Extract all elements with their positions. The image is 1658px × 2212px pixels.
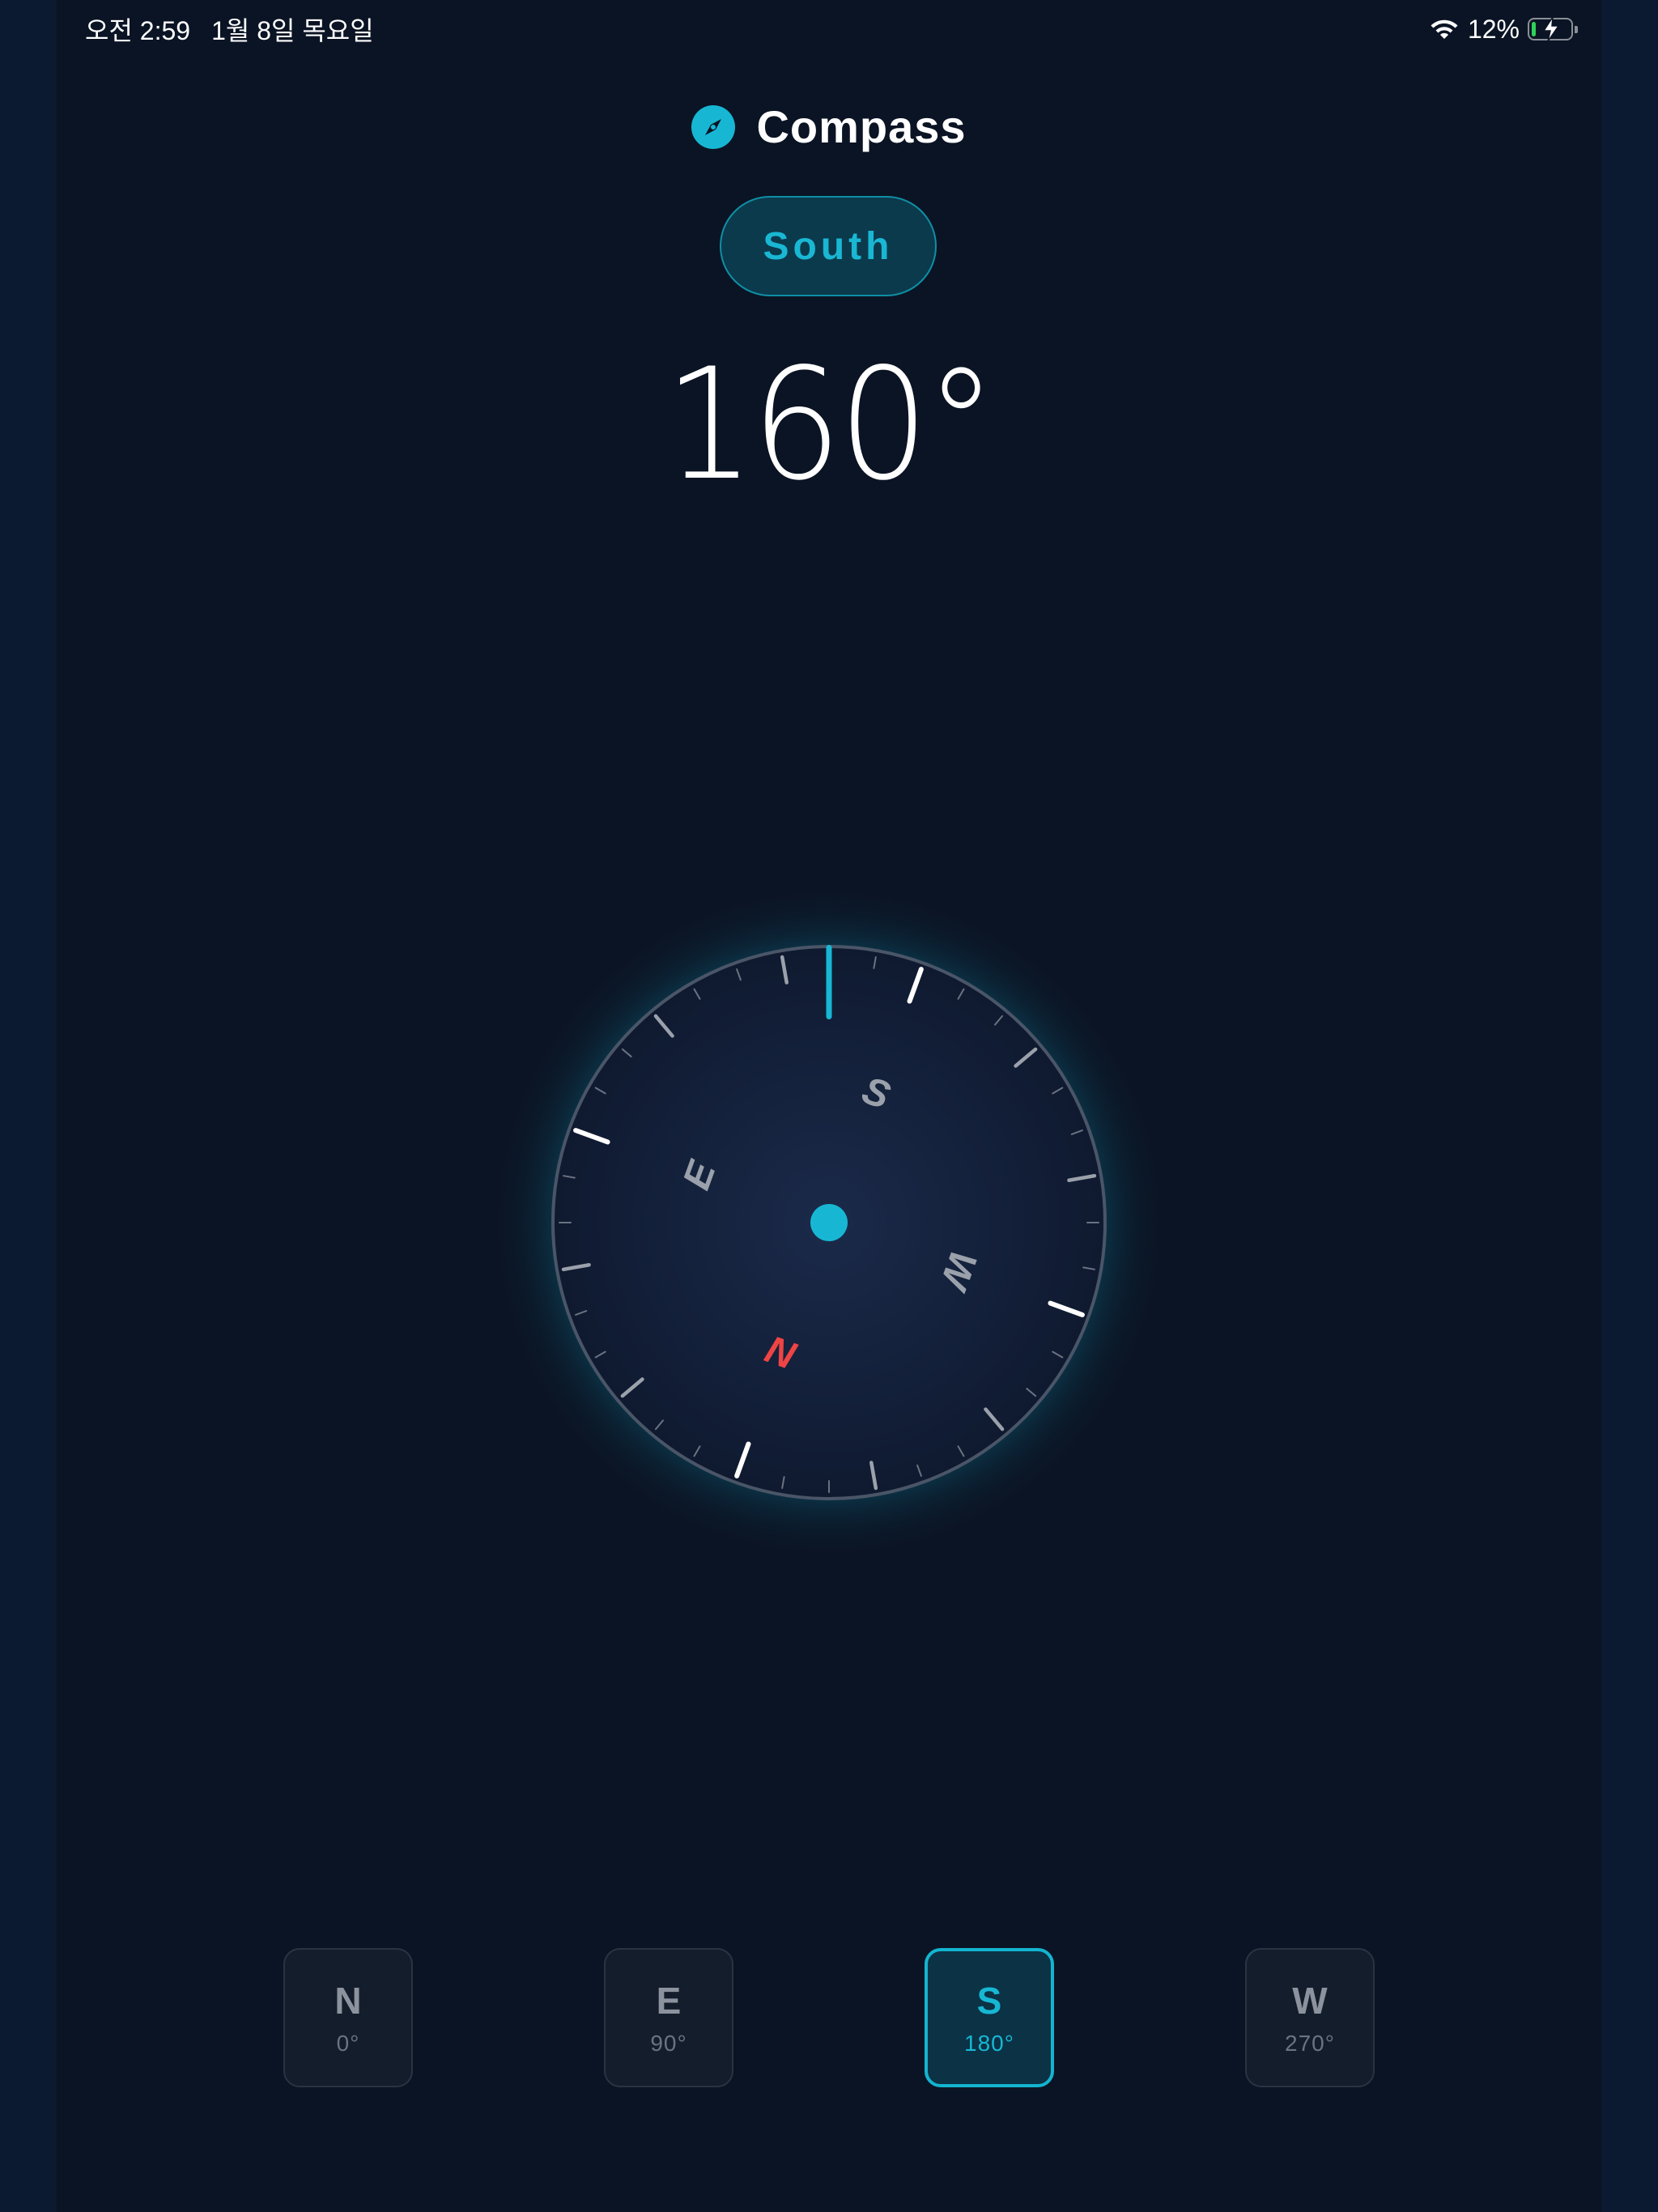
status-bar-left: 오전 2:59 1월 8일 목요일 (85, 11, 374, 47)
status-date: 1월 8일 목요일 (211, 16, 374, 45)
bolt-icon (1542, 16, 1560, 42)
cardinal-degrees: 270° (1285, 2031, 1335, 2056)
battery-percent: 12% (1467, 14, 1520, 44)
cardinal-letter: W (1292, 1980, 1328, 2022)
direction-badge: South (720, 196, 937, 296)
screen-edge-right (1601, 0, 1658, 2212)
app-header: Compass (0, 100, 1658, 153)
cardinal-button-s[interactable]: S 180° (925, 1948, 1054, 2087)
cardinal-degrees: 0° (336, 2031, 360, 2056)
wifi-icon (1431, 19, 1458, 39)
cardinal-button-n[interactable]: N 0° (283, 1948, 413, 2087)
compass-svg: NESW (489, 883, 1169, 1563)
compass-icon (691, 104, 736, 149)
compass-center-dot (810, 1204, 848, 1241)
cardinal-buttons: N 0° E 90° S 180° W 270° (0, 1948, 1658, 2091)
cardinal-letter: S (976, 1980, 1002, 2022)
heading-value: 160° (664, 335, 997, 514)
status-time: 오전 2:59 (85, 16, 191, 45)
battery-charging-icon (1528, 16, 1578, 42)
cardinal-degrees: 180° (964, 2031, 1014, 2056)
cardinal-letter: N (334, 1980, 362, 2022)
cardinal-letter: E (656, 1980, 682, 2022)
status-bar-right: 12% (1429, 11, 1578, 47)
compass-dial: NESW (489, 883, 1169, 1563)
cardinal-degrees: 90° (650, 2031, 687, 2056)
heading-indicator (826, 945, 832, 1019)
app-title: Compass (756, 101, 967, 152)
battery-level (1532, 22, 1536, 36)
cardinal-button-w[interactable]: W 270° (1245, 1948, 1375, 2087)
screen-edge-left (0, 0, 57, 2212)
cardinal-button-e[interactable]: E 90° (604, 1948, 733, 2087)
